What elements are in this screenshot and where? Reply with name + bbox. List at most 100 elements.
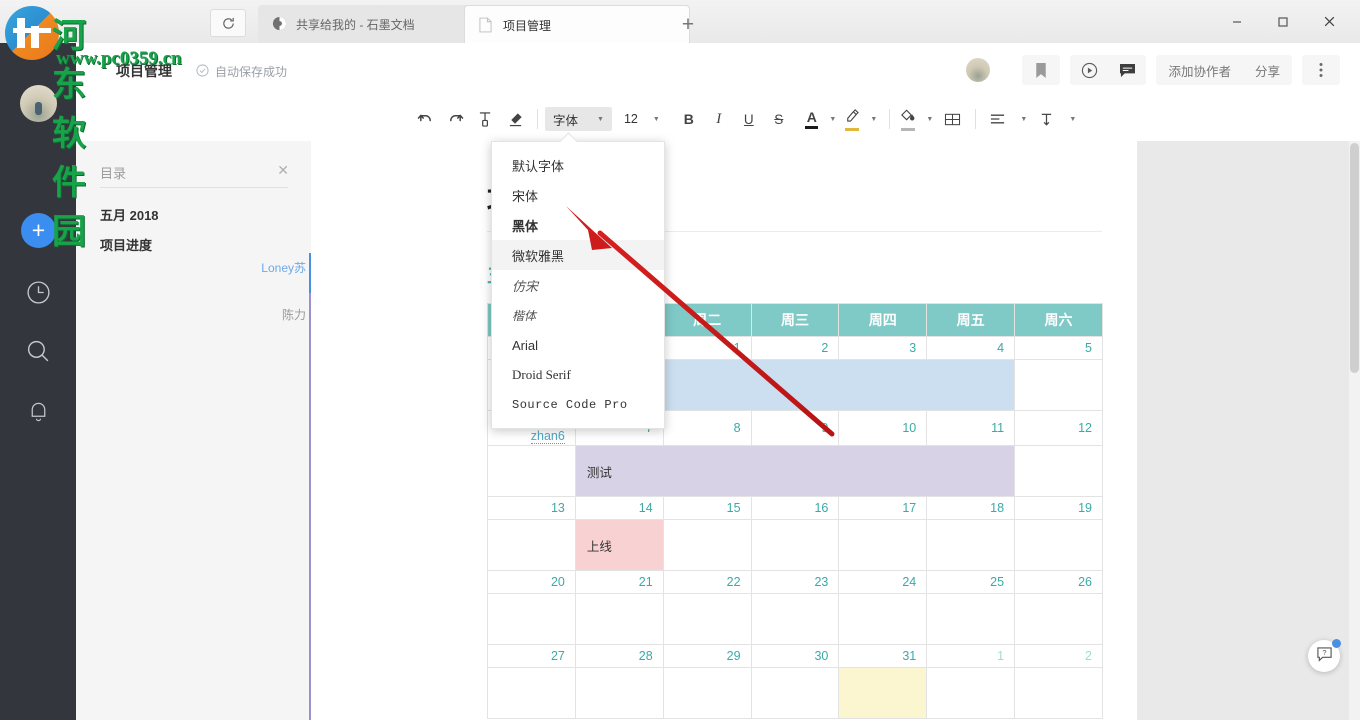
event-cell[interactable] [926, 519, 1016, 571]
event-cell[interactable] [926, 593, 1016, 645]
event-cell[interactable] [574, 593, 664, 645]
font-menu-item-droid-serif[interactable]: Droid Serif [492, 360, 664, 390]
align-left-icon[interactable] [983, 105, 1013, 133]
scrollbar-thumb[interactable] [1350, 143, 1359, 373]
font-menu-item-heiti[interactable]: 黑体 [492, 210, 664, 240]
event-cell[interactable] [838, 593, 928, 645]
event-cell[interactable] [574, 667, 664, 719]
day-cell[interactable]: 30 [750, 644, 840, 668]
collaborator-avatar[interactable] [966, 58, 991, 82]
comment-icon[interactable] [1108, 55, 1146, 85]
text-color-chevron-down-icon[interactable]: ▼ [825, 105, 841, 133]
event-cell[interactable] [750, 593, 840, 645]
event-cell[interactable] [487, 519, 576, 571]
add-collaborator-button[interactable]: 添加协作者 [1156, 55, 1243, 85]
font-menu-item-fangsong[interactable]: 仿宋 [492, 270, 664, 300]
undo-button[interactable] [410, 105, 440, 133]
day-cell[interactable]: 21 [574, 570, 664, 594]
close-icon[interactable]: ✕ [277, 162, 289, 179]
font-menu-item-kaiti[interactable]: 楷体 [492, 300, 664, 330]
strikethrough-button[interactable]: S [764, 105, 794, 133]
sidebar-item-notifications[interactable] [20, 395, 57, 432]
day-cell[interactable]: 20 [487, 570, 576, 594]
day-cell[interactable]: 17 [838, 496, 928, 520]
highlight-chevron-down-icon[interactable]: ▼ [866, 105, 882, 133]
event-cell-yellow[interactable] [838, 667, 928, 719]
event-cell[interactable] [1014, 445, 1103, 497]
day-cell[interactable]: 3 [838, 336, 928, 360]
share-button[interactable]: 分享 [1243, 55, 1292, 85]
maximize-icon[interactable] [1260, 0, 1306, 43]
font-menu-item-source-code-pro[interactable]: Source Code Pro [492, 390, 664, 420]
font-family-selector[interactable]: 字体 ▼ [545, 107, 612, 131]
day-cell[interactable]: 2 [750, 336, 840, 360]
day-cell[interactable]: 27 [487, 644, 576, 668]
bold-button[interactable]: B [674, 105, 704, 133]
help-button[interactable]: ? [1308, 639, 1341, 672]
day-cell[interactable]: 28 [574, 644, 664, 668]
day-cell[interactable]: 15 [662, 496, 752, 520]
watermark-link[interactable]: zhan6 [530, 429, 565, 444]
day-cell[interactable]: 1 [662, 336, 752, 360]
event-cell[interactable] [926, 667, 1016, 719]
font-menu-item-songti[interactable]: 宋体 [492, 180, 664, 210]
day-cell[interactable]: 16 [750, 496, 840, 520]
font-menu-item-arial[interactable]: Arial [492, 330, 664, 360]
user-avatar[interactable] [20, 85, 57, 122]
event-cell[interactable] [662, 519, 752, 571]
day-cell[interactable]: 13 [487, 496, 576, 520]
comment-author-0[interactable]: Loney苏 [226, 259, 306, 276]
day-cell[interactable]: 23 [750, 570, 840, 594]
event-cell[interactable] [1014, 519, 1103, 571]
fill-color-button[interactable] [897, 105, 919, 133]
bookmark-icon[interactable] [1022, 55, 1060, 85]
day-cell[interactable]: 29 [662, 644, 752, 668]
day-cell[interactable]: 31 [838, 644, 928, 668]
event-cell[interactable] [662, 593, 752, 645]
day-cell[interactable]: 8 [662, 410, 752, 446]
event-cell-purple[interactable]: 测试 [574, 445, 1016, 497]
day-cell[interactable]: 12 [1014, 410, 1103, 446]
day-cell[interactable]: 22 [662, 570, 752, 594]
day-cell[interactable]: 11 [926, 410, 1016, 446]
sidebar-item-recent[interactable] [20, 276, 57, 313]
more-vertical-icon[interactable] [1302, 55, 1340, 85]
line-height-icon[interactable] [1032, 105, 1062, 133]
event-cell[interactable] [750, 667, 840, 719]
day-cell[interactable]: 19 [1014, 496, 1103, 520]
highlight-button[interactable] [841, 105, 863, 133]
event-cell[interactable] [838, 519, 928, 571]
close-icon[interactable] [1306, 0, 1352, 43]
browser-tab-1[interactable]: 共享给我的 - 石墨文档 [258, 5, 492, 43]
day-cell[interactable]: 4 [926, 336, 1016, 360]
event-cell[interactable] [1014, 667, 1103, 719]
event-cell[interactable] [487, 667, 576, 719]
day-cell[interactable]: 18 [926, 496, 1016, 520]
line-height-chevron-down-icon[interactable]: ▼ [1065, 105, 1081, 133]
font-menu-item-yahei[interactable]: 微软雅黑 [492, 240, 664, 270]
day-cell[interactable]: 1 [926, 644, 1016, 668]
comment-author-1[interactable]: 陈力 [226, 306, 306, 323]
align-chevron-down-icon[interactable]: ▼ [1016, 105, 1032, 133]
underline-button[interactable]: U [734, 105, 764, 133]
day-cell[interactable]: 9 [750, 410, 840, 446]
sidebar-item-new-document[interactable]: + [21, 213, 56, 248]
toc-item-0[interactable]: 五月 2018 [100, 205, 159, 224]
new-tab-button[interactable]: + [676, 14, 700, 38]
table-icon[interactable] [938, 105, 968, 133]
event-cell[interactable] [662, 667, 752, 719]
sidebar-item-search[interactable] [20, 335, 57, 372]
event-cell-pink[interactable]: 上线 [574, 519, 664, 571]
font-size-selector[interactable]: 12 ▼ [620, 107, 664, 131]
toc-item-1[interactable]: 项目进度 [100, 235, 152, 254]
browser-tab-2[interactable]: 项目管理 [464, 5, 690, 44]
day-cell[interactable]: 24 [838, 570, 928, 594]
event-cell[interactable] [1014, 359, 1103, 411]
redo-button[interactable] [440, 105, 470, 133]
day-cell[interactable]: 25 [926, 570, 1016, 594]
day-cell[interactable]: 2 [1014, 644, 1103, 668]
event-cell[interactable] [750, 519, 840, 571]
clear-format-icon[interactable] [500, 105, 530, 133]
format-painter-icon[interactable] [470, 105, 500, 133]
vertical-scrollbar[interactable] [1349, 141, 1360, 720]
